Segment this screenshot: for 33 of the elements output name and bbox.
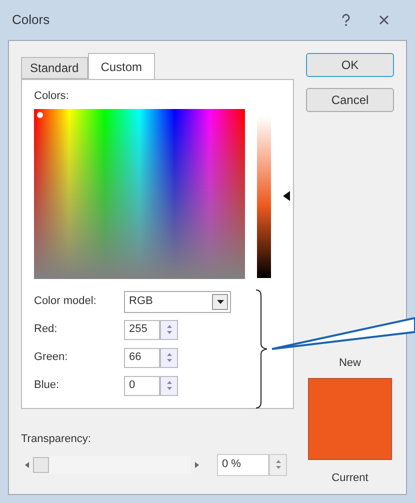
transparency-field[interactable]: 0 % <box>217 454 269 476</box>
luminance-bar[interactable] <box>257 116 271 278</box>
left-arrow-icon[interactable] <box>25 462 29 468</box>
field-label: Color model: <box>34 294 98 310</box>
colors-label: Colors: <box>34 89 70 104</box>
tab[interactable]: Standard <box>21 57 88 79</box>
close-icon <box>379 15 389 25</box>
picker-marker[interactable] <box>37 112 43 118</box>
luminance-pointer-icon[interactable] <box>283 190 290 200</box>
window-title: Colors <box>12 11 50 30</box>
transparency-label: Transparency: <box>21 432 92 447</box>
cancel-button[interactable]: Cancel <box>306 88 394 112</box>
spin-buttons[interactable] <box>160 348 178 368</box>
field-label: Red: <box>34 322 58 338</box>
field-label: Blue: <box>34 378 60 394</box>
value-field[interactable]: 0 <box>124 376 160 396</box>
help-icon <box>341 14 351 26</box>
color-spectrum[interactable] <box>34 108 245 278</box>
right-arrow-icon[interactable] <box>195 462 199 468</box>
current-label: Current <box>332 470 368 486</box>
value-field[interactable]: 66 <box>124 348 160 368</box>
spin-buttons[interactable] <box>160 320 178 340</box>
spin-buttons[interactable] <box>269 454 287 476</box>
new-label: New <box>338 356 361 371</box>
field-label: Green: <box>34 350 69 366</box>
ok-button[interactable]: OK <box>306 53 394 77</box>
color-model-dropdown[interactable]: RGB <box>124 290 231 312</box>
tab[interactable]: Custom <box>88 53 156 79</box>
value-field[interactable]: 255 <box>124 320 160 340</box>
slider-thumb[interactable] <box>33 456 49 472</box>
slider-track[interactable] <box>33 456 191 474</box>
dropdown-value: RGB <box>129 294 153 310</box>
spin-buttons[interactable] <box>160 376 178 396</box>
